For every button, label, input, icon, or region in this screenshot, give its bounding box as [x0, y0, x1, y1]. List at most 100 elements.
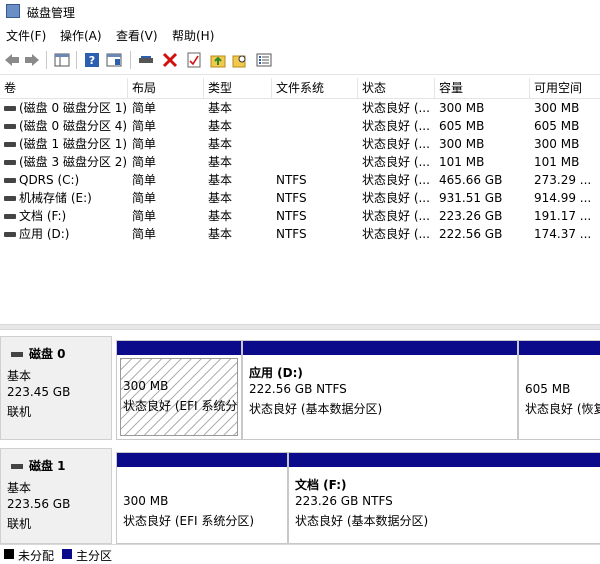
- disk-1-partition-f[interactable]: 文档 (F:) 223.26 GB NTFS 状态良好 (基本数据分区): [288, 452, 600, 544]
- cell-free-space: 914.99 ...: [534, 191, 592, 205]
- col-type[interactable]: 类型: [204, 78, 272, 98]
- partition-body: 605 MB 状态良好 (恢复: [523, 360, 600, 435]
- table-row[interactable]: (磁盘 1 磁盘分区 1) 简单 基本 状态良好 (... 300 MB 300 MB: [0, 135, 600, 153]
- col-capacity[interactable]: 容量: [435, 78, 530, 98]
- cell-volume: (磁盘 0 磁盘分区 4): [0, 117, 128, 135]
- cell-layout: 简单: [132, 209, 157, 223]
- cell-filesystem: [272, 117, 358, 135]
- legend-swatch-primary: [62, 549, 72, 559]
- disk-1-partition-efi[interactable]: 300 MB 状态良好 (EFI 系统分区): [116, 452, 288, 544]
- cell-status: 状态良好 (...: [362, 209, 430, 223]
- menu-file[interactable]: 文件(F): [6, 27, 46, 44]
- menu-view[interactable]: 查看(V): [116, 27, 158, 44]
- cell-free-space: 605 MB: [534, 119, 580, 133]
- cell-layout: 简单: [132, 227, 157, 241]
- help-icon[interactable]: ?: [84, 52, 100, 68]
- cell-capacity: 300 MB: [439, 101, 485, 115]
- disk-icon: [11, 352, 23, 357]
- cell-capacity: 101 MB: [439, 155, 485, 169]
- volume-name: (磁盘 3 磁盘分区 2): [19, 155, 128, 169]
- cell-type: 基本: [208, 173, 233, 187]
- partition-body: 应用 (D:) 222.56 GB NTFS 状态良好 (基本数据分区): [247, 360, 513, 435]
- table-row[interactable]: QDRS (C:) 简单 基本 NTFS 状态良好 (... 465.66 GB 273.2…: [0, 171, 600, 189]
- volume-icon: [4, 142, 16, 147]
- forward-arrow-icon[interactable]: [24, 52, 40, 68]
- cell-volume: (磁盘 1 磁盘分区 1): [0, 135, 128, 153]
- table-row[interactable]: 文档 (F:) 简单 基本 NTFS 状态良好 (... 223.26 GB 191.17 …: [0, 207, 600, 225]
- disk-1-info[interactable]: 磁盘 1 基本 223.56 GB 联机: [0, 448, 112, 544]
- partition-body: 文档 (F:) 223.26 GB NTFS 状态良好 (基本数据分区): [293, 472, 596, 539]
- disk-0-label: 磁盘 0: [11, 345, 66, 362]
- disk-icon: [11, 464, 23, 469]
- cell-layout: 简单: [132, 191, 157, 205]
- table-row[interactable]: 机械存储 (E:) 简单 基本 NTFS 状态良好 (... 931.51 GB 914.9…: [0, 189, 600, 207]
- cell-layout: 简单: [132, 137, 157, 151]
- cell-filesystem: [272, 135, 358, 153]
- disk-0-partition-d[interactable]: 应用 (D:) 222.56 GB NTFS 状态良好 (基本数据分区): [242, 340, 518, 440]
- partition-size: 223.26 GB NTFS: [295, 494, 393, 508]
- cell-filesystem: NTFS: [276, 191, 307, 205]
- partition-title: 文档 (F:): [295, 478, 347, 492]
- up-folder-icon[interactable]: [210, 52, 226, 68]
- title-bar: 磁盘管理: [0, 0, 600, 22]
- col-layout[interactable]: 布局: [128, 78, 204, 98]
- cell-status: 状态良好 (...: [362, 173, 430, 187]
- partition-status: 状态良好 (基本数据分区): [249, 402, 383, 416]
- cell-free-space: 273.29 ...: [534, 173, 592, 187]
- volume-name: (磁盘 0 磁盘分区 1): [19, 101, 128, 115]
- disk-0-info[interactable]: 磁盘 0 基本 223.45 GB 联机: [0, 336, 112, 440]
- cell-filesystem: [272, 99, 358, 117]
- partition-status: 状态良好 (恢复: [525, 402, 600, 416]
- cell-type: 基本: [208, 227, 233, 241]
- col-status[interactable]: 状态: [358, 78, 435, 98]
- volume-name: QDRS (C:): [19, 173, 80, 187]
- partition-status: 状态良好 (EFI 系统分: [123, 399, 238, 413]
- legend-label-unallocated: 未分配: [18, 549, 55, 563]
- cell-type: 基本: [208, 101, 233, 115]
- svg-text:?: ?: [89, 54, 95, 67]
- disk-1-status: 联机: [7, 517, 32, 531]
- volume-icon: [4, 106, 16, 111]
- table-row[interactable]: 应用 (D:) 简单 基本 NTFS 状态良好 (... 222.56 GB 174.37 …: [0, 225, 600, 243]
- cell-volume: QDRS (C:): [0, 171, 128, 189]
- console-tree-icon[interactable]: [54, 52, 70, 68]
- col-volume[interactable]: 卷: [0, 78, 128, 98]
- help-topics-icon[interactable]: [106, 52, 122, 68]
- partition-bar: [117, 453, 287, 467]
- cell-status: 状态良好 (...: [362, 191, 430, 205]
- partition-status: 状态良好 (基本数据分区): [295, 514, 429, 528]
- connect-disk-icon[interactable]: [138, 52, 154, 68]
- volume-name: (磁盘 0 磁盘分区 4): [19, 119, 128, 133]
- disk-0-partition-recovery[interactable]: 605 MB 状态良好 (恢复: [518, 340, 600, 440]
- cell-type: 基本: [208, 191, 233, 205]
- cell-capacity: 300 MB: [439, 137, 485, 151]
- col-free-space[interactable]: 可用空间: [530, 78, 600, 98]
- disk-management-app-icon: [6, 4, 20, 18]
- menu-action[interactable]: 操作(A): [60, 27, 102, 44]
- table-row[interactable]: (磁盘 0 磁盘分区 4) 简单 基本 状态良好 (... 605 MB 605 MB: [0, 117, 600, 135]
- volume-name: 机械存储 (E:): [19, 191, 92, 205]
- cell-status: 状态良好 (...: [362, 101, 430, 115]
- properties-icon[interactable]: [186, 52, 202, 68]
- disk-1-label: 磁盘 1: [11, 457, 66, 474]
- back-arrow-icon[interactable]: [4, 52, 20, 68]
- legend: 未分配 主分区: [0, 544, 600, 564]
- disk-0-partition-efi[interactable]: 300 MB 状态良好 (EFI 系统分: [116, 340, 242, 440]
- table-row[interactable]: (磁盘 3 磁盘分区 2) 简单 基本 状态良好 (... 101 MB 101 MB: [0, 153, 600, 171]
- partition-size: 605 MB: [525, 382, 571, 396]
- menu-help[interactable]: 帮助(H): [172, 27, 214, 44]
- col-filesystem[interactable]: 文件系统: [272, 78, 358, 98]
- toolbar-separator: [76, 51, 77, 69]
- table-row[interactable]: (磁盘 0 磁盘分区 1) 简单 基本 状态良好 (... 300 MB 300 MB: [0, 99, 600, 117]
- cell-layout: 简单: [132, 101, 157, 115]
- cell-volume: 文档 (F:): [0, 207, 128, 225]
- cell-free-space: 191.17 ...: [534, 209, 592, 223]
- list-view-icon[interactable]: [256, 52, 272, 68]
- toolbar-separator: [130, 51, 131, 69]
- delete-icon[interactable]: [162, 52, 178, 68]
- cell-capacity: 222.56 GB: [439, 227, 503, 241]
- search-folder-icon[interactable]: [232, 52, 248, 68]
- cell-capacity: 605 MB: [439, 119, 485, 133]
- partition-size: 300 MB: [123, 379, 169, 393]
- cell-status: 状态良好 (...: [362, 137, 430, 151]
